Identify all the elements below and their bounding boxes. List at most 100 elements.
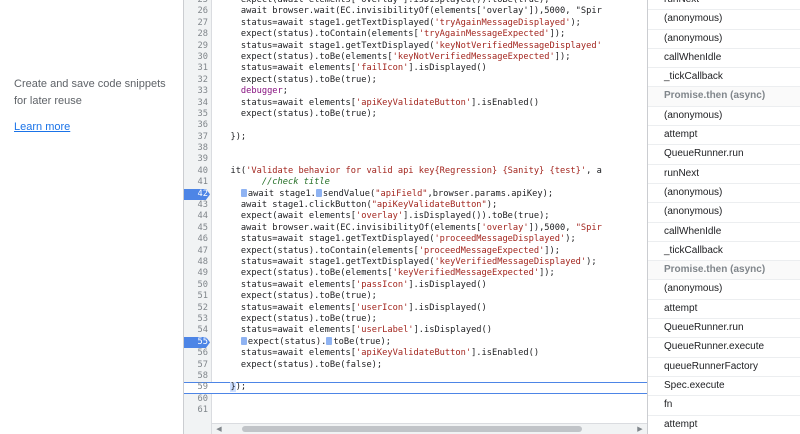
- code-text[interactable]: status=await elements['userLabel'].isDis…: [220, 325, 492, 336]
- code-line[interactable]: 27 status=await stage1.getTextDisplayed(…: [184, 18, 647, 29]
- line-number[interactable]: 56: [184, 348, 208, 359]
- line-number[interactable]: 34: [184, 98, 208, 109]
- line-number[interactable]: 52: [184, 303, 208, 314]
- code-text[interactable]: status=await stage1.getTextDisplayed('ke…: [220, 257, 597, 268]
- learn-more-link[interactable]: Learn more: [14, 121, 70, 133]
- line-number[interactable]: 49: [184, 268, 208, 279]
- call-frame[interactable]: (anonymous): [648, 107, 800, 127]
- line-number[interactable]: 41: [184, 177, 208, 188]
- code-line[interactable]: 49 expect(status).toBe(elements['keyVeri…: [184, 268, 647, 279]
- inline-breakpoint-icon[interactable]: [315, 188, 322, 197]
- code-line[interactable]: 26 await browser.wait(EC.invisibilityOf(…: [184, 6, 647, 17]
- code-line[interactable]: 30 expect(status).toBe(elements['keyNotV…: [184, 52, 647, 63]
- call-frame[interactable]: fn: [648, 396, 800, 416]
- breakpoint-line[interactable]: 55 expect(status). toBe(true);: [184, 336, 647, 349]
- code-text[interactable]: expect(status).toBe(true);: [220, 314, 377, 325]
- line-number[interactable]: 35: [184, 109, 208, 120]
- code-line[interactable]: 34 status=await elements['apiKeyValidate…: [184, 98, 647, 109]
- code-line[interactable]: 58: [184, 371, 647, 382]
- line-number[interactable]: 26: [184, 6, 208, 17]
- call-frame[interactable]: Spec.execute: [648, 377, 800, 397]
- breakpoint-marker[interactable]: 42: [184, 188, 210, 201]
- code-text[interactable]: status=await stage1.getTextDisplayed('pr…: [220, 234, 576, 245]
- code-line[interactable]: 28 expect(status).toContain(elements['tr…: [184, 29, 647, 40]
- line-number[interactable]: 28: [184, 29, 208, 40]
- code-text[interactable]: expect(status).toBe(true);: [220, 75, 377, 86]
- code-line[interactable]: 56 status=await elements['apiKeyValidate…: [184, 348, 647, 359]
- line-number[interactable]: 57: [184, 360, 208, 371]
- line-number[interactable]: 58: [184, 371, 208, 382]
- code-editor[interactable]: 25 expect(await elements['overlay'].isDi…: [184, 0, 647, 434]
- code-text[interactable]: expect(status).toBe(elements['keyVerifie…: [220, 268, 555, 279]
- horizontal-scrollbar[interactable]: ◀ ▶: [212, 423, 647, 434]
- code-text[interactable]: it('Validate behavior for valid api key{…: [220, 166, 601, 177]
- scroll-right-icon[interactable]: ▶: [635, 424, 645, 434]
- line-number[interactable]: 36: [184, 120, 208, 131]
- line-number[interactable]: 45: [184, 223, 208, 234]
- code-line[interactable]: 37 });: [184, 132, 647, 143]
- code-line[interactable]: 48 status=await stage1.getTextDisplayed(…: [184, 257, 647, 268]
- call-frame[interactable]: attempt: [648, 416, 800, 434]
- call-frame[interactable]: runNext: [648, 0, 800, 11]
- code-line[interactable]: 44 expect(await elements['overlay'].isDi…: [184, 211, 647, 222]
- code-line[interactable]: 51 expect(status).toBe(true);: [184, 291, 647, 302]
- code-text[interactable]: expect(await elements['overlay'].isDispl…: [220, 211, 550, 222]
- code-line[interactable]: 57 expect(status).toBe(false);: [184, 360, 647, 371]
- line-number[interactable]: 37: [184, 132, 208, 143]
- code-line[interactable]: 60: [184, 394, 647, 405]
- line-number[interactable]: 53: [184, 314, 208, 325]
- line-number[interactable]: 47: [184, 246, 208, 257]
- horizontal-scrollbar-thumb[interactable]: [242, 426, 582, 432]
- code-text[interactable]: await browser.wait(EC.invisibilityOf(ele…: [220, 6, 602, 17]
- line-number[interactable]: 31: [184, 63, 208, 74]
- code-line[interactable]: 45 await browser.wait(EC.invisibilityOf(…: [184, 223, 647, 234]
- code-text[interactable]: expect(status).toContain(elements['proce…: [220, 246, 560, 257]
- line-number[interactable]: 46: [184, 234, 208, 245]
- code-line[interactable]: 43 await stage1.clickButton("apiKeyValid…: [184, 200, 647, 211]
- call-frame[interactable]: _tickCallback: [648, 68, 800, 88]
- code-text[interactable]: status=await elements['userIcon'].isDisp…: [220, 303, 487, 314]
- code-line[interactable]: 41 //check title: [184, 177, 647, 188]
- line-number[interactable]: 33: [184, 86, 208, 97]
- code-text[interactable]: status=await stage1.getTextDisplayed('ke…: [220, 41, 602, 52]
- inline-breakpoint-icon[interactable]: [326, 336, 333, 345]
- code-line[interactable]: 47 expect(status).toContain(elements['pr…: [184, 246, 647, 257]
- call-frame[interactable]: runNext: [648, 165, 800, 184]
- call-frame[interactable]: QueueRunner.run: [648, 319, 800, 339]
- call-frame[interactable]: queueRunnerFactory: [648, 358, 800, 377]
- line-number[interactable]: 48: [184, 257, 208, 268]
- code-line[interactable]: 46 status=await stage1.getTextDisplayed(…: [184, 234, 647, 245]
- line-number[interactable]: 59: [184, 382, 208, 393]
- line-number[interactable]: 30: [184, 52, 208, 63]
- line-number[interactable]: 27: [184, 18, 208, 29]
- call-frame[interactable]: (anonymous): [648, 280, 800, 300]
- code-line[interactable]: 52 status=await elements['userIcon'].isD…: [184, 303, 647, 314]
- line-number[interactable]: 32: [184, 75, 208, 86]
- code-lines[interactable]: 25 expect(await elements['overlay'].isDi…: [184, 0, 647, 416]
- line-number[interactable]: 40: [184, 166, 208, 177]
- code-line[interactable]: 33 debugger;: [184, 86, 647, 97]
- code-line[interactable]: 31 status=await elements['failIcon'].isD…: [184, 63, 647, 74]
- call-frame[interactable]: attempt: [648, 126, 800, 146]
- line-number[interactable]: 38: [184, 143, 208, 154]
- line-number[interactable]: 50: [184, 280, 208, 291]
- code-text[interactable]: expect(status).toBe(true);: [220, 109, 377, 120]
- inline-breakpoint-icon[interactable]: [240, 336, 247, 345]
- call-frame[interactable]: attempt: [648, 300, 800, 320]
- code-text[interactable]: status=await elements['failIcon'].isDisp…: [220, 63, 487, 74]
- code-line[interactable]: 54 status=await elements['userLabel'].is…: [184, 325, 647, 336]
- call-frame[interactable]: (anonymous): [648, 30, 800, 49]
- code-line[interactable]: 40 it('Validate behavior for valid api k…: [184, 166, 647, 177]
- code-text[interactable]: status=await elements['apiKeyValidateBut…: [220, 348, 539, 359]
- code-text[interactable]: status=await stage1.getTextDisplayed('tr…: [220, 18, 581, 29]
- breakpoint-line[interactable]: 42 await stage1. sendValue("apiField",bro…: [184, 188, 647, 201]
- code-text[interactable]: await browser.wait(EC.invisibilityOf(ele…: [220, 223, 602, 234]
- inline-breakpoint-icon[interactable]: [240, 188, 247, 197]
- code-text[interactable]: await stage1. sendValue("apiField",browse…: [220, 188, 553, 200]
- line-number[interactable]: 29: [184, 41, 208, 52]
- line-number[interactable]: 43: [184, 200, 208, 211]
- code-line[interactable]: 38: [184, 143, 647, 154]
- call-frame[interactable]: callWhenIdle: [648, 223, 800, 242]
- code-line[interactable]: 59 });: [184, 382, 647, 394]
- call-frame[interactable]: QueueRunner.run: [648, 145, 800, 165]
